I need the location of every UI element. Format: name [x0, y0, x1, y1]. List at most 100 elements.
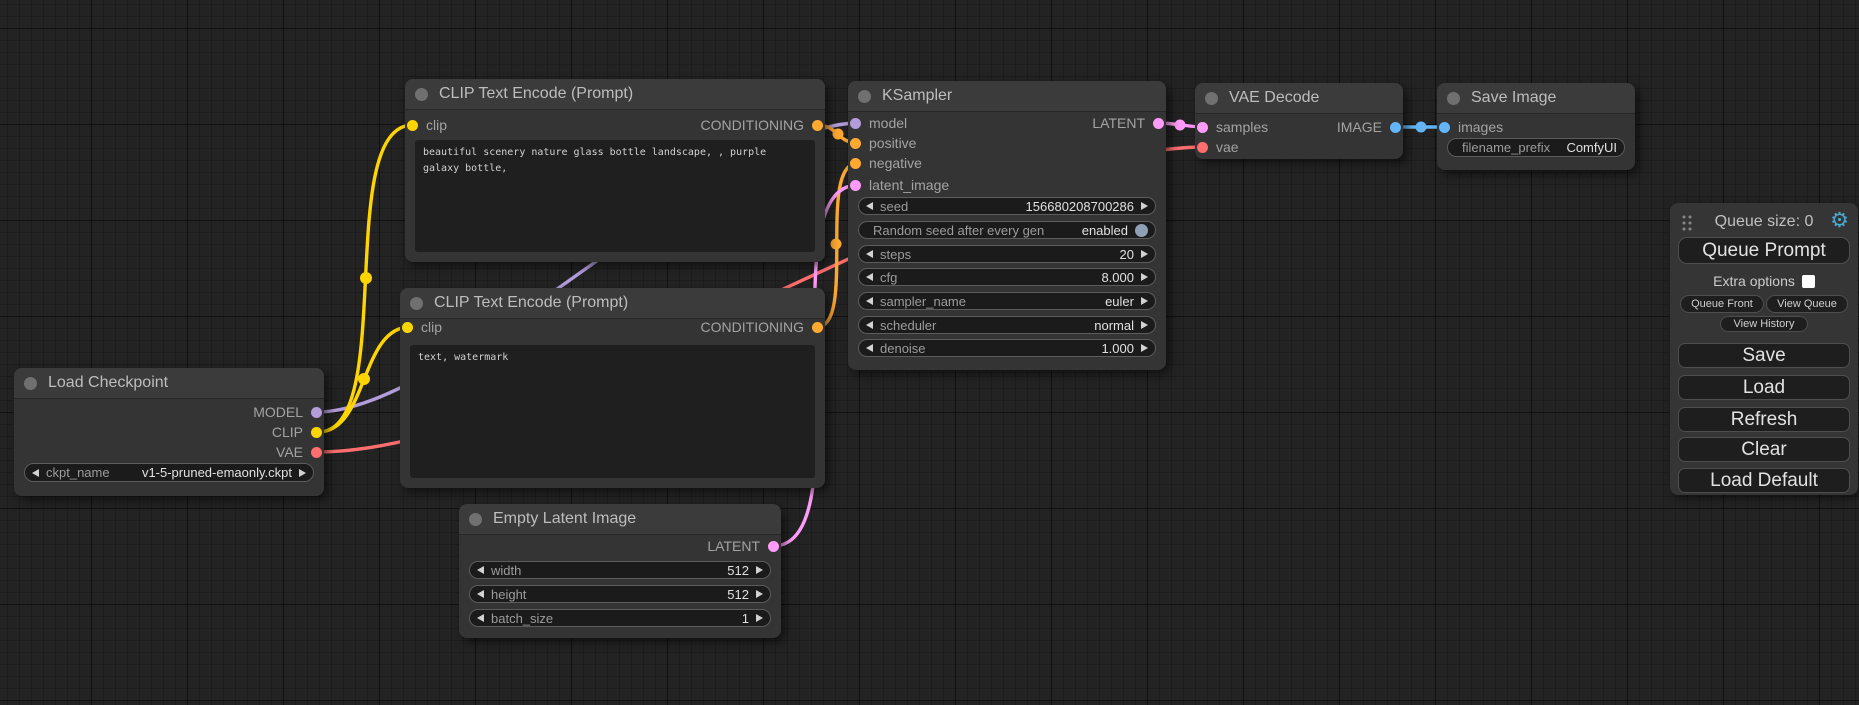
- input-slot-images: images: [1439, 119, 1503, 135]
- save-button[interactable]: Save: [1678, 343, 1850, 368]
- input-port-vae[interactable]: [1197, 142, 1208, 153]
- node-empty-latent-image[interactable]: Empty Latent Image LATENT width 512 heig…: [459, 504, 781, 638]
- output-port-model[interactable]: [311, 407, 322, 418]
- refresh-button[interactable]: Refresh: [1678, 407, 1850, 432]
- widget-value: euler: [1105, 294, 1134, 309]
- combo-next-icon[interactable]: [1141, 250, 1148, 258]
- output-port-latent[interactable]: [768, 541, 779, 552]
- output-port-vae[interactable]: [311, 447, 322, 458]
- node-title-bar[interactable]: CLIP Text Encode (Prompt): [405, 79, 825, 110]
- collapse-dot-icon[interactable]: [858, 90, 871, 103]
- node-clip-text-encode-positive[interactable]: CLIP Text Encode (Prompt) clip CONDITION…: [405, 79, 825, 262]
- output-port-conditioning[interactable]: [812, 322, 823, 333]
- gear-icon[interactable]: [1830, 210, 1849, 231]
- queue-prompt-button[interactable]: Queue Prompt: [1678, 237, 1850, 264]
- node-save-image[interactable]: Save Image images filename_prefix ComfyU…: [1437, 83, 1635, 170]
- combo-prev-icon[interactable]: [32, 469, 39, 477]
- filename-prefix-widget[interactable]: filename_prefix ComfyUI: [1447, 138, 1625, 157]
- combo-prev-icon[interactable]: [477, 566, 484, 574]
- widget-label: steps: [880, 247, 911, 262]
- input-slot-vae: vae: [1197, 139, 1239, 155]
- input-slot-negative: negative: [850, 155, 922, 171]
- denoise-combo[interactable]: denoise 1.000: [858, 339, 1156, 357]
- collapse-dot-icon[interactable]: [1205, 92, 1218, 105]
- node-load-checkpoint[interactable]: Load Checkpoint MODEL CLIP VAE ckpt_name…: [14, 368, 324, 496]
- drag-handle-icon[interactable]: [1681, 214, 1692, 231]
- queue-front-button[interactable]: Queue Front: [1680, 295, 1764, 313]
- combo-next-icon[interactable]: [299, 469, 306, 477]
- combo-prev-icon[interactable]: [866, 273, 873, 281]
- combo-prev-icon[interactable]: [866, 202, 873, 210]
- prompt-textarea[interactable]: beautiful scenery nature glass bottle la…: [415, 140, 815, 252]
- input-port-negative[interactable]: [850, 158, 861, 169]
- input-port-latent-image[interactable]: [850, 180, 861, 191]
- collapse-dot-icon[interactable]: [24, 377, 37, 390]
- queue-panel-header: Queue size: 0: [1670, 213, 1858, 231]
- graph-canvas[interactable]: Load Checkpoint MODEL CLIP VAE ckpt_name…: [0, 0, 1859, 705]
- extra-options-label: Extra options: [1713, 273, 1795, 289]
- output-port-image[interactable]: [1390, 122, 1401, 133]
- combo-next-icon[interactable]: [756, 566, 763, 574]
- load-button[interactable]: Load: [1678, 375, 1850, 400]
- output-slot-clip: CLIP: [272, 424, 322, 440]
- combo-next-icon[interactable]: [1141, 344, 1148, 352]
- node-title-bar[interactable]: KSampler: [848, 81, 1166, 112]
- output-port-latent[interactable]: [1153, 118, 1164, 129]
- node-ksampler[interactable]: KSampler model positive negative latent_…: [848, 81, 1166, 370]
- view-history-button[interactable]: View History: [1720, 316, 1808, 332]
- width-combo[interactable]: width 512: [469, 561, 771, 579]
- steps-combo[interactable]: steps 20: [858, 245, 1156, 263]
- node-title-bar[interactable]: Save Image: [1437, 83, 1635, 114]
- extra-options-checkbox[interactable]: [1802, 275, 1815, 288]
- view-queue-button[interactable]: View Queue: [1766, 295, 1848, 313]
- ckpt-name-combo[interactable]: ckpt_name v1-5-pruned-emaonly.ckpt: [24, 463, 314, 482]
- combo-next-icon[interactable]: [756, 614, 763, 622]
- combo-prev-icon[interactable]: [477, 614, 484, 622]
- input-port-images[interactable]: [1439, 122, 1450, 133]
- combo-prev-icon[interactable]: [866, 297, 873, 305]
- seed-combo[interactable]: seed 156680208700286: [858, 197, 1156, 215]
- output-port-clip[interactable]: [311, 427, 322, 438]
- widget-value: 8.000: [1101, 270, 1134, 285]
- combo-next-icon[interactable]: [756, 590, 763, 598]
- output-port-conditioning[interactable]: [812, 120, 823, 131]
- collapse-dot-icon[interactable]: [1447, 92, 1460, 105]
- input-port-clip[interactable]: [402, 322, 413, 333]
- collapse-dot-icon[interactable]: [469, 513, 482, 526]
- node-title-bar[interactable]: Load Checkpoint: [14, 368, 324, 399]
- prompt-textarea[interactable]: text, watermark: [410, 345, 815, 478]
- widget-value: 20: [1120, 247, 1134, 262]
- input-label: samples: [1216, 119, 1268, 135]
- node-title-bar[interactable]: Empty Latent Image: [459, 504, 781, 535]
- combo-next-icon[interactable]: [1141, 273, 1148, 281]
- combo-prev-icon[interactable]: [866, 321, 873, 329]
- load-default-button[interactable]: Load Default: [1678, 468, 1850, 493]
- collapse-dot-icon[interactable]: [410, 297, 423, 310]
- input-port-samples[interactable]: [1197, 122, 1208, 133]
- node-title-bar[interactable]: CLIP Text Encode (Prompt): [400, 288, 825, 319]
- input-port-clip[interactable]: [407, 120, 418, 131]
- clear-button[interactable]: Clear: [1678, 437, 1850, 462]
- node-title: KSampler: [882, 87, 952, 105]
- combo-prev-icon[interactable]: [866, 250, 873, 258]
- node-vae-decode[interactable]: VAE Decode samples vae IMAGE: [1195, 83, 1403, 159]
- random-seed-toggle[interactable]: Random seed after every gen enabled: [858, 221, 1156, 239]
- combo-next-icon[interactable]: [1141, 202, 1148, 210]
- node-title-bar[interactable]: VAE Decode: [1195, 83, 1403, 114]
- collapse-dot-icon[interactable]: [415, 88, 428, 101]
- sampler-name-combo[interactable]: sampler_name euler: [858, 292, 1156, 310]
- scheduler-combo[interactable]: scheduler normal: [858, 316, 1156, 334]
- node-clip-text-encode-negative[interactable]: CLIP Text Encode (Prompt) clip CONDITION…: [400, 288, 825, 488]
- combo-next-icon[interactable]: [1141, 297, 1148, 305]
- combo-prev-icon[interactable]: [866, 344, 873, 352]
- combo-next-icon[interactable]: [1141, 321, 1148, 329]
- input-port-positive[interactable]: [850, 138, 861, 149]
- combo-prev-icon[interactable]: [477, 590, 484, 598]
- toggle-dot-icon[interactable]: [1135, 224, 1148, 237]
- link-midpoint-dot: [358, 373, 370, 385]
- batch-size-combo[interactable]: batch_size 1: [469, 609, 771, 627]
- cfg-combo[interactable]: cfg 8.000: [858, 268, 1156, 286]
- input-port-model[interactable]: [850, 118, 861, 129]
- height-combo[interactable]: height 512: [469, 585, 771, 603]
- widget-label: batch_size: [491, 611, 553, 626]
